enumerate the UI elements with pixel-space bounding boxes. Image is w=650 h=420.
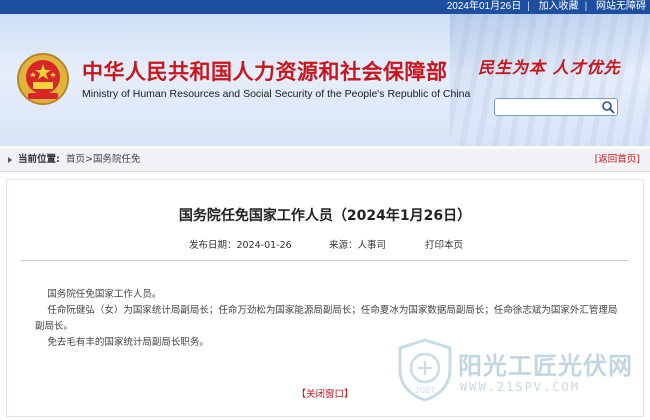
article-title: 国务院任免国家工作人员（2024年1月26日） — [178, 208, 472, 224]
article-source: 来源：人事司 — [329, 240, 387, 251]
current-date: 2024年01月26日 — [446, 1, 522, 12]
breadcrumb-home-link[interactable]: 首页 — [66, 154, 85, 165]
print-page-link[interactable]: 打印本页 — [425, 237, 463, 251]
breadcrumb: 当前位置: 首页>国务院任免 [返回首页] — [0, 149, 650, 172]
top-utility-bar: 2024年01月26日 | 加入收藏 | 网站无障碍 — [0, 0, 650, 14]
article-paragraph: 任命阮健弘（女）为国家统计局副局长；任命万劲松为国家能源局副局长；任命夏冰为国家… — [35, 305, 618, 332]
search-icon[interactable] — [601, 100, 615, 114]
breadcrumb-path: 首页>国务院任免 — [66, 149, 141, 171]
great-wall-background — [450, 14, 650, 146]
search-input[interactable] — [499, 99, 597, 115]
add-favorite-link[interactable]: 加入收藏 — [539, 1, 579, 12]
site-banner: 中华人民共和国人力资源和社会保障部 Ministry of Human Reso… — [0, 14, 650, 146]
site-title-english: Ministry of Human Resources and Social S… — [82, 88, 471, 100]
accessibility-link[interactable]: 网站无障碍 — [596, 1, 646, 12]
search-box — [494, 98, 618, 116]
divider — [21, 260, 629, 261]
watermark-cn: 阳光工匠光伏网 — [458, 352, 633, 380]
publish-date: 发布日期：2024-01-26 — [189, 240, 292, 251]
national-emblem-icon — [17, 53, 69, 105]
back-home-link[interactable]: [返回首页] — [595, 149, 640, 171]
shield-logo-icon: 2007 — [398, 338, 452, 402]
breadcrumb-section-link[interactable]: 国务院任免 — [93, 154, 141, 165]
site-title: 中华人民共和国人力资源和社会保障部 — [82, 60, 448, 84]
article-meta: 发布日期：2024-01-26 来源：人事司 打印本页 — [7, 237, 643, 251]
watermark-en: WWW.21SPV.COM — [460, 380, 580, 394]
breadcrumb-label: 当前位置: — [18, 154, 60, 165]
watermark: 2007 阳光工匠光伏网 WWW.21SPV.COM — [396, 338, 646, 408]
watermark-year: 2007 — [415, 386, 435, 395]
breadcrumb-separator: > — [85, 154, 93, 165]
site-slogan: 民生为本 人才优先 — [478, 58, 621, 77]
triangle-right-icon — [8, 157, 12, 163]
article-paragraph: 国务院任免国家工作人员。 — [47, 289, 162, 300]
